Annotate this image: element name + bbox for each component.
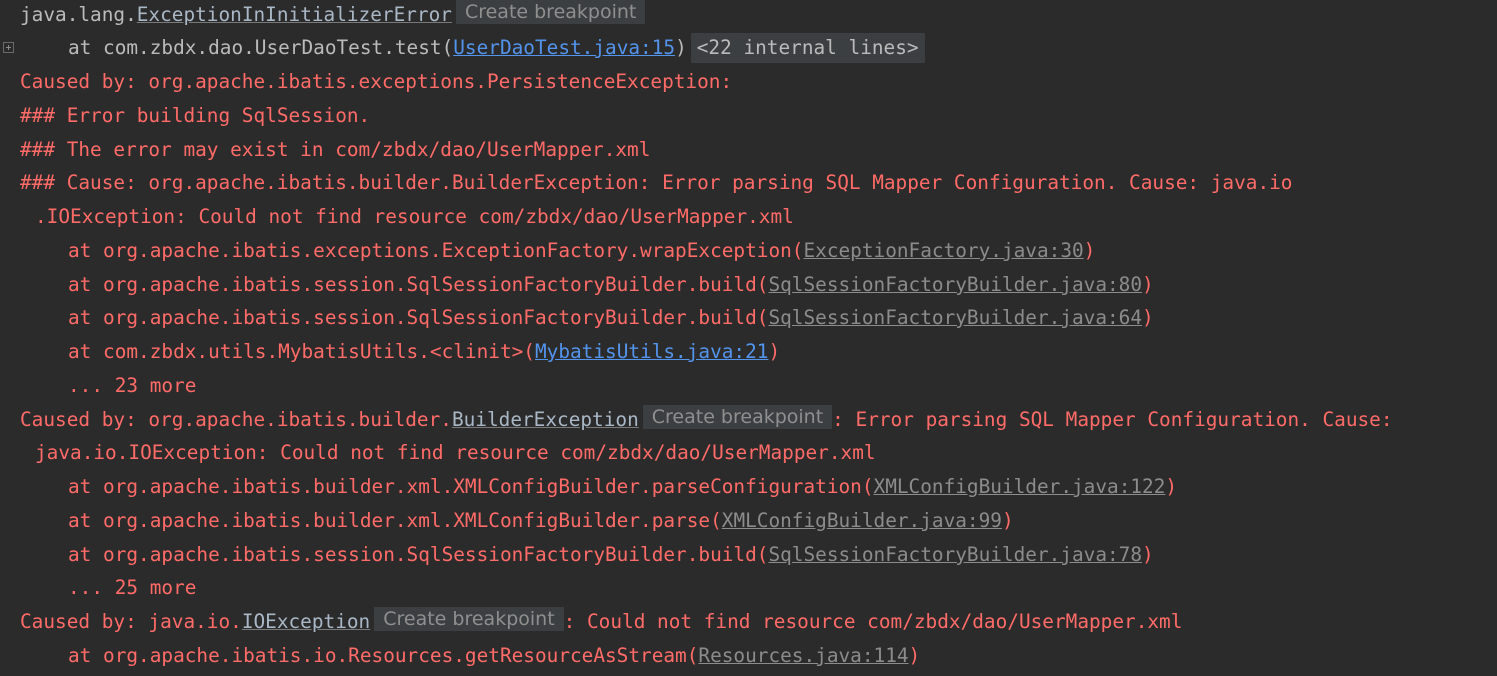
source-link[interactable]: MybatisUtils.java:21	[535, 340, 768, 363]
source-link[interactable]: SqlSessionFactoryBuilder.java:78	[768, 543, 1142, 566]
stacktrace-line: at org.apache.ibatis.session.SqlSessionF…	[68, 538, 1154, 572]
stacktrace-line: at com.zbdx.dao.UserDaoTest.test(UserDao…	[68, 31, 925, 65]
source-link[interactable]: ExceptionFactory.java:30	[803, 239, 1083, 262]
create-breakpoint-button[interactable]: Create breakpoint	[642, 405, 833, 429]
line-text: at com.zbdx.utils.MybatisUtils.<clinit>(	[68, 340, 535, 363]
stacktrace-line: at org.apache.ibatis.builder.xml.XMLConf…	[68, 470, 1177, 504]
plus-square-icon[interactable]	[3, 42, 14, 53]
stacktrace-line: ... 25 more	[68, 576, 197, 599]
line-text: : Error parsing SQL Mapper Configuration…	[832, 408, 1393, 431]
line-text: at org.apache.ibatis.builder.xml.XMLConf…	[68, 475, 874, 498]
stacktrace-line: at org.apache.ibatis.session.SqlSessionF…	[68, 301, 1154, 335]
line-text: at org.apache.ibatis.builder.xml.XMLConf…	[68, 509, 722, 532]
source-link[interactable]: XMLConfigBuilder.java:122	[874, 475, 1166, 498]
line-text: java.lang.	[20, 3, 137, 26]
line-text: )	[768, 340, 781, 363]
exception-class-link[interactable]: BuilderException	[452, 408, 639, 431]
line-text: Caused by: org.apache.ibatis.builder.	[20, 408, 452, 431]
create-breakpoint-button[interactable]: Create breakpoint	[455, 0, 646, 24]
source-link[interactable]: Resources.java:114	[698, 644, 908, 667]
line-text: Caused by: java.io.	[20, 610, 242, 633]
line-text: at org.apache.ibatis.session.SqlSessionF…	[68, 543, 769, 566]
line-text: : Could not find resource com/zbdx/dao/U…	[563, 610, 1183, 633]
exception-class-link[interactable]: ExceptionInInitializerError	[137, 3, 452, 26]
line-text: )	[1165, 475, 1178, 498]
internal-lines-fold[interactable]: <22 internal lines>	[690, 33, 925, 63]
line-text: )	[908, 644, 921, 667]
line-text: at org.apache.ibatis.io.Resources.getRes…	[68, 644, 699, 667]
line-text: at org.apache.ibatis.session.SqlSessionF…	[68, 273, 769, 296]
source-link[interactable]: SqlSessionFactoryBuilder.java:80	[768, 273, 1142, 296]
console-output[interactable]: java.lang.ExceptionInInitializerError Cre…	[0, 0, 1497, 676]
exception-class-link[interactable]: IOException	[242, 610, 370, 633]
line-text: )	[1001, 509, 1014, 532]
line-text: at com.zbdx.dao.UserDaoTest.test(	[68, 36, 454, 59]
stacktrace-line: ### Cause: org.apache.ibatis.builder.Bui…	[20, 171, 1293, 194]
stacktrace-line: ### The error may exist in com/zbdx/dao/…	[20, 138, 651, 161]
line-text: )	[1142, 543, 1154, 566]
stacktrace-line: at org.apache.ibatis.session.SqlSessionF…	[68, 268, 1154, 302]
source-link[interactable]: SqlSessionFactoryBuilder.java:64	[768, 306, 1142, 329]
stacktrace-line: ### Error building SqlSession.	[20, 104, 371, 127]
line-text: at org.apache.ibatis.session.SqlSessionF…	[68, 306, 769, 329]
stacktrace-line: Caused by: org.apache.ibatis.exceptions.…	[20, 70, 733, 93]
source-link[interactable]: XMLConfigBuilder.java:99	[722, 509, 1002, 532]
stacktrace-line: at org.apache.ibatis.io.Resources.getRes…	[68, 639, 920, 673]
stacktrace-line: java.lang.ExceptionInInitializerError Cre…	[20, 0, 646, 32]
stacktrace-line: ... 23 more	[68, 374, 197, 397]
source-link[interactable]: UserDaoTest.java:15	[453, 36, 675, 59]
stacktrace-line: Caused by: java.io.IOException Create bre…	[20, 605, 1182, 639]
stacktrace-line: .IOException: Could not find resource co…	[35, 205, 794, 228]
line-text: )	[1083, 239, 1096, 262]
stacktrace-line: Caused by: org.apache.ibatis.builder.Bui…	[20, 403, 1393, 437]
stacktrace-line: java.io.IOException: Could not find reso…	[35, 441, 876, 464]
line-text: )	[1142, 306, 1154, 329]
stacktrace-line: at com.zbdx.utils.MybatisUtils.<clinit>(…	[68, 335, 780, 369]
stacktrace-line: at org.apache.ibatis.builder.xml.XMLConf…	[68, 504, 1014, 538]
line-text: )	[675, 36, 687, 59]
stacktrace-line: at org.apache.ibatis.exceptions.Exceptio…	[68, 234, 1095, 268]
create-breakpoint-button[interactable]: Create breakpoint	[374, 607, 564, 631]
line-text: )	[1142, 273, 1154, 296]
line-text: at org.apache.ibatis.exceptions.Exceptio…	[68, 239, 804, 262]
